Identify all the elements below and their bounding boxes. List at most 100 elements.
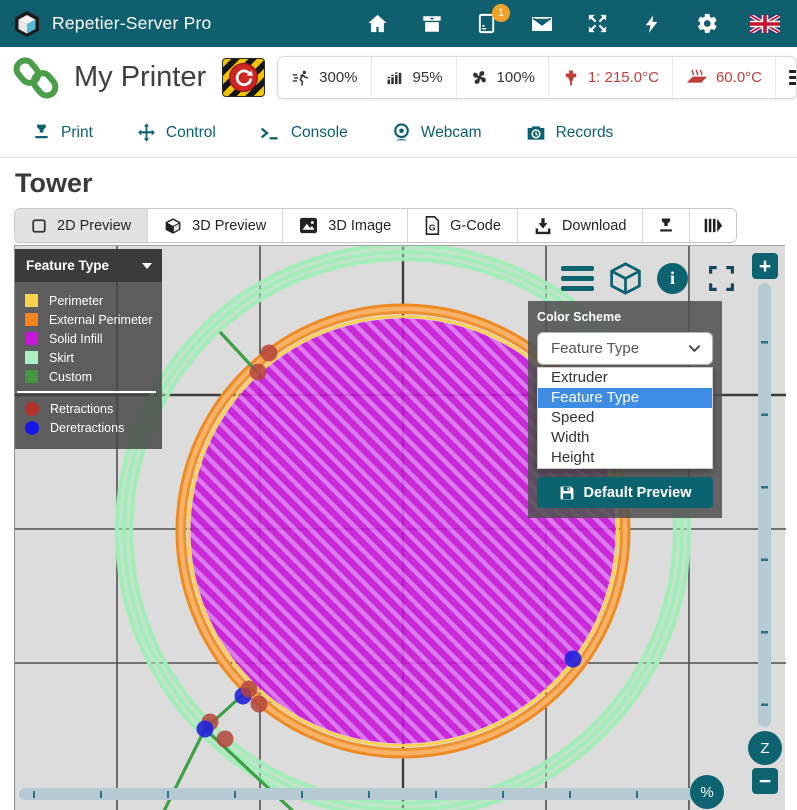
app-logo-icon [13,10,41,38]
view-3d-image-button[interactable]: 3D Image [282,209,407,242]
zoom-in-button[interactable]: + [752,253,778,279]
legend-item: Custom [15,367,162,386]
legend-item: Retractions [15,399,162,418]
option-extruder[interactable]: Extruder [538,368,712,388]
select-chevron-icon [688,344,701,353]
view-2d-preview-button[interactable]: 2D Preview [15,209,147,242]
preview-toolbar: i [561,260,736,297]
download-button[interactable]: Download [517,209,643,242]
color-scheme-label: Color Scheme [537,310,713,324]
image-icon [299,217,318,234]
legend-item: Deretractions [15,418,162,437]
speed-multiplier[interactable]: 300% [278,57,370,98]
vertical-scrollbar[interactable] [758,283,771,727]
emergency-stop-button[interactable] [222,58,265,97]
mail-icon[interactable] [530,12,554,36]
option-feature-type[interactable]: Feature Type [538,388,712,408]
option-height[interactable]: Height [538,448,712,468]
job-title: Tower [0,158,797,208]
z-axis-button[interactable]: Z [748,731,782,765]
selected-option: Feature Type [551,340,639,357]
print-icon [31,122,52,143]
svg-text:G: G [429,222,436,232]
option-speed[interactable]: Speed [538,408,712,428]
download-icon [534,217,552,235]
flow-icon [385,69,405,87]
legend-body: Perimeter External Perimeter Solid Infil… [15,282,162,449]
control-arrows-icon [136,122,157,143]
fan-value: 100% [497,69,535,86]
print-job-button[interactable] [642,209,689,242]
tab-webcam[interactable]: Webcam [391,122,482,143]
legend-divider [17,391,156,393]
printer-tabs: Print Control Console Webcam Records [0,108,797,158]
tab-print[interactable]: Print [31,122,93,143]
option-width[interactable]: Width [538,428,712,448]
navbar-icons: 1 [365,12,780,36]
fullscreen-icon[interactable] [707,264,736,293]
tab-control[interactable]: Control [136,122,216,143]
power-bolt-icon[interactable] [640,12,664,36]
print-jobs-icon[interactable]: 1 [475,12,499,36]
bed-temperature[interactable]: 60.0°C [672,57,775,98]
tab-console[interactable]: Console [259,123,348,143]
main-content: Tower 2D Preview 3D Preview 3D Image G G… [0,158,797,243]
chevron-down-icon [142,263,152,269]
feature-legend: Feature Type Perimeter External Perimete… [15,249,162,449]
webcam-icon [391,122,412,143]
preview-menu-icon[interactable] [561,266,594,291]
gcode-file-icon: G [424,216,440,235]
printer-menu-button[interactable] [775,57,797,98]
flow-value: 95% [413,69,443,86]
extruder-icon [562,69,580,87]
legend-item: Solid Infill [15,329,162,348]
legend-header[interactable]: Feature Type [15,249,162,282]
fan-speed[interactable]: 100% [456,57,548,98]
legend-item: External Perimeter [15,310,162,329]
preview-3d-cube-icon[interactable] [607,260,644,297]
tab-records[interactable]: Records [525,123,614,143]
view-3d-preview-button[interactable]: 3D Preview [147,209,282,242]
connection-link-icon [13,56,59,100]
cube-icon [164,217,182,235]
home-icon[interactable] [365,12,389,36]
menu-icon [789,70,797,85]
language-flag-icon[interactable] [750,12,780,36]
deretractions-dot [25,421,39,435]
external-perimeter-swatch [25,313,38,326]
gcode-2d-preview[interactable]: Feature Type Perimeter External Perimete… [14,245,785,810]
view-gcode-button[interactable]: G G-Code [407,209,517,242]
settings-gear-icon[interactable] [695,12,719,36]
color-scheme-dropdown: Extruder Feature Type Speed Width Height [537,367,713,469]
extruder-temperature[interactable]: 1: 215.0°C [548,57,672,98]
printer-title: My Printer [74,61,206,94]
expand-arrows-icon[interactable] [585,12,609,36]
speed-icon [291,69,311,87]
retractions-dot [25,402,39,416]
app-title: Repetier-Server Pro [52,13,211,34]
skirt-swatch [25,351,38,364]
legend-item: Skirt [15,348,162,367]
perimeter-swatch [25,294,38,307]
default-preview-button[interactable]: Default Preview [537,477,713,508]
bed-temp-value: 60.0°C [716,69,762,86]
legend-item: Perimeter [15,291,162,310]
color-scheme-select[interactable]: Feature Type [537,332,713,365]
flow-multiplier[interactable]: 95% [371,57,456,98]
printer-status-bar: 300% 95% 100% 1: 215.0°C 60.0°C [277,56,797,99]
percent-button[interactable]: % [690,775,724,809]
square-icon [31,218,47,234]
zoom-out-button[interactable]: − [752,768,778,794]
layer-view-button[interactable] [689,209,736,242]
fan-icon [470,68,489,87]
solid-infill-swatch [25,332,38,345]
horizontal-scrollbar[interactable] [19,788,719,800]
archive-box-icon[interactable] [420,12,444,36]
nozzle-icon [656,216,676,236]
speed-value: 300% [319,69,357,86]
view-button-group: 2D Preview 3D Preview 3D Image G G-Code … [14,208,737,243]
extruder-temp-value: 1: 215.0°C [588,69,659,86]
info-icon[interactable]: i [657,263,688,294]
color-scheme-panel: Color Scheme Feature Type Extruder Featu… [528,301,722,518]
jobs-count-badge: 1 [492,4,510,22]
